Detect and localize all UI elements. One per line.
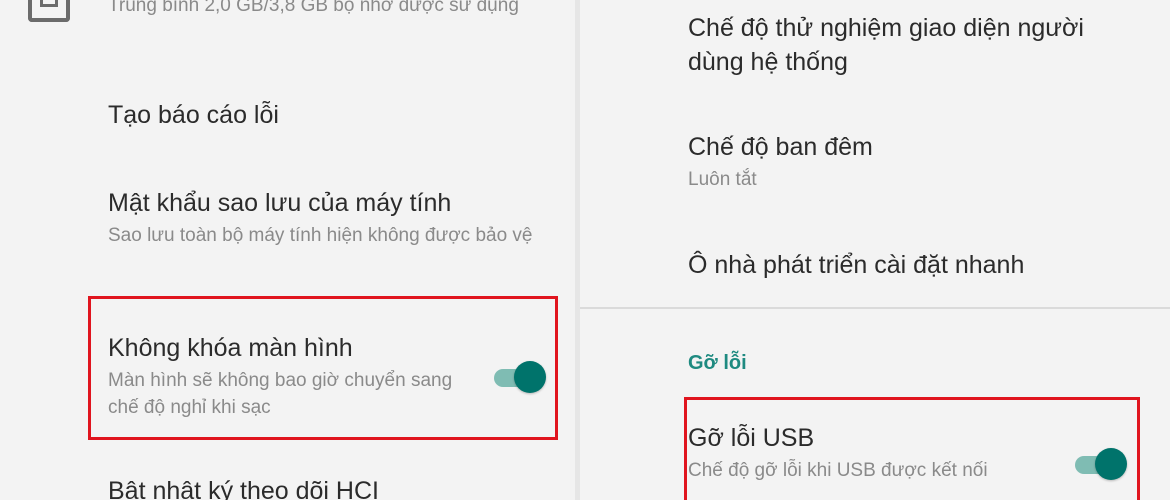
night-mode-setting[interactable]: Chế độ ban đêm Luôn tắt	[688, 130, 1128, 193]
highlight-box-usb-debugging	[684, 397, 1140, 500]
bug-report-setting[interactable]: Tạo báo cáo lỗi	[108, 98, 538, 132]
quick-settings-tiles-title: Ô nhà phát triển cài đặt nhanh	[688, 251, 1025, 279]
settings-panel-right: Chế độ thử nghiệm giao diện người dùng h…	[580, 0, 1170, 500]
debugging-section-header: Gỡ lỗi	[688, 352, 747, 374]
quick-settings-tiles-setting[interactable]: Ô nhà phát triển cài đặt nhanh	[688, 248, 1128, 282]
settings-panel-left: Trung bình 2,0 GB/3,8 GB bộ nhớ được sử …	[0, 0, 575, 500]
hci-log-title: Bật nhật ký theo dõi HCI	[108, 477, 379, 500]
system-ui-demo-setting[interactable]: Chế độ thử nghiệm giao diện người dùng h…	[688, 11, 1128, 79]
night-mode-title: Chế độ ban đêm	[688, 133, 873, 161]
backup-password-setting[interactable]: Mật khẩu sao lưu của máy tính Sao lưu to…	[108, 186, 538, 249]
highlight-box-stay-awake	[88, 296, 558, 440]
backup-password-title: Mật khẩu sao lưu của máy tính	[108, 189, 452, 217]
memory-chip-icon	[28, 0, 70, 22]
section-divider	[580, 307, 1170, 309]
system-ui-demo-title: Chế độ thử nghiệm giao diện người dùng h…	[688, 14, 1084, 76]
backup-password-summary: Sao lưu toàn bộ máy tính hiện không được…	[108, 225, 533, 246]
hci-log-setting[interactable]: Bật nhật ký theo dõi HCI	[108, 474, 538, 500]
bug-report-title: Tạo báo cáo lỗi	[108, 101, 279, 129]
memory-setting[interactable]: Trung bình 2,0 GB/3,8 GB bộ nhớ được sử …	[108, 0, 538, 19]
night-mode-summary: Luôn tắt	[688, 169, 757, 190]
memory-summary: Trung bình 2,0 GB/3,8 GB bộ nhớ được sử …	[108, 0, 519, 16]
